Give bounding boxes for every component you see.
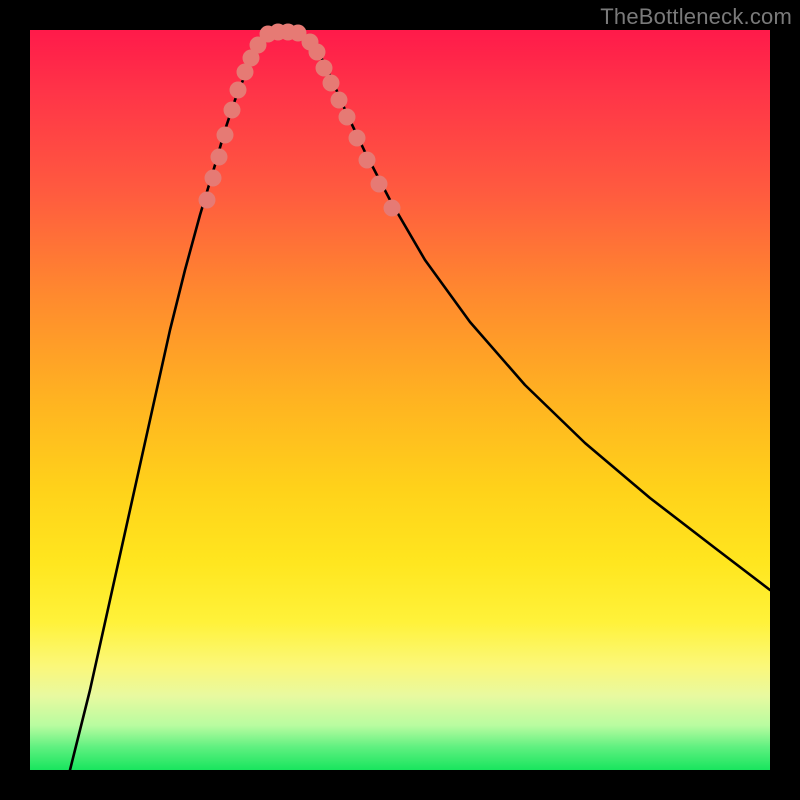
marker-dot xyxy=(339,109,356,126)
marker-dot xyxy=(211,149,228,166)
marker-dot xyxy=(371,176,388,193)
marker-dot xyxy=(217,127,234,144)
chart-frame: TheBottleneck.com xyxy=(0,0,800,800)
bottleneck-curve xyxy=(70,31,770,770)
plot-area xyxy=(30,30,770,770)
marker-dot xyxy=(331,92,348,109)
marker-dot xyxy=(384,200,401,217)
watermark-text: TheBottleneck.com xyxy=(600,4,792,30)
marker-dot xyxy=(316,60,333,77)
marker-dot xyxy=(359,152,376,169)
marker-dot xyxy=(349,130,366,147)
marker-dot xyxy=(309,44,326,61)
marker-dot xyxy=(199,192,216,209)
marker-dot xyxy=(230,82,247,99)
marker-dot xyxy=(323,75,340,92)
marker-dot xyxy=(224,102,241,119)
curve-svg xyxy=(30,30,770,770)
marker-dot xyxy=(205,170,222,187)
